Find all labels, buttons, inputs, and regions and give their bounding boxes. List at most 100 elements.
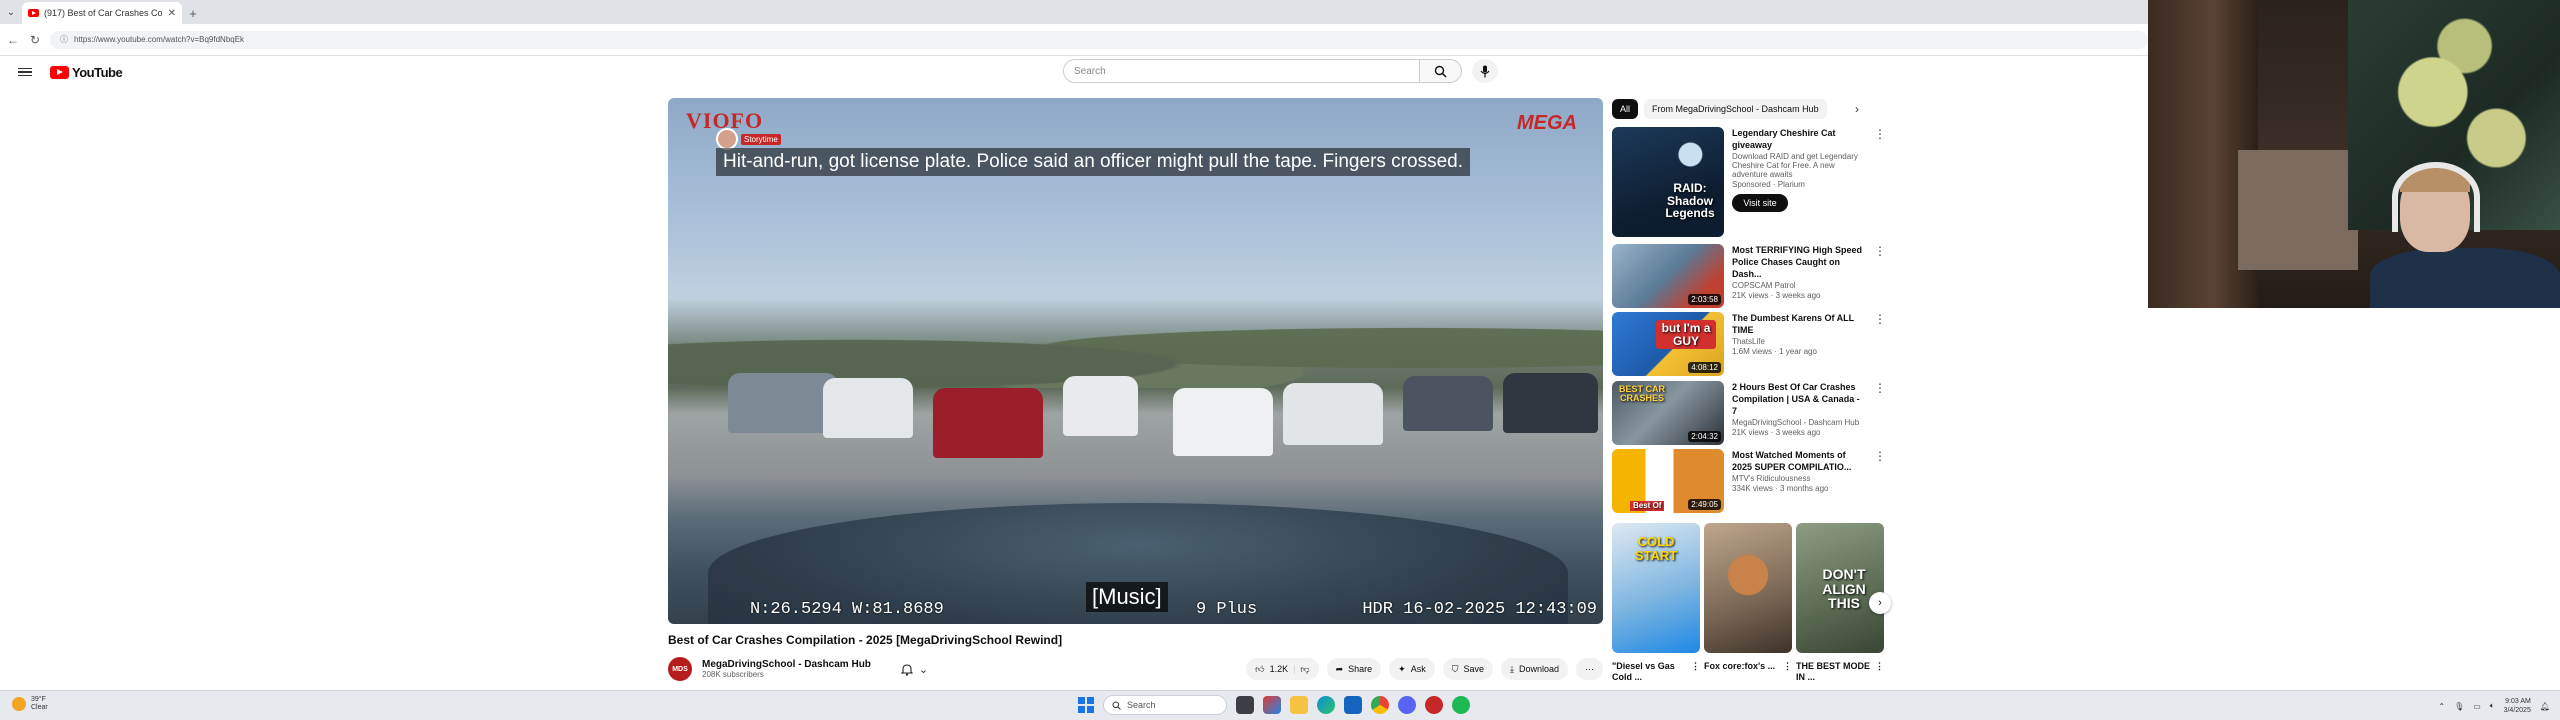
thumbnail[interactable]: Best Of 2:49:05 xyxy=(1612,449,1724,513)
shorts-next-chevron-icon[interactable]: › xyxy=(1869,592,1891,614)
more-vertical-icon[interactable]: ⋮ xyxy=(1874,127,1886,237)
short-caption[interactable]: THE BEST MODE IN ... ⋮ xyxy=(1796,661,1884,683)
menu-hamburger-icon[interactable] xyxy=(18,67,32,77)
sidebar-video-item[interactable]: but I'm a GUY 4:08:12 The Dumbest Karens… xyxy=(1612,312,1886,376)
network-icon[interactable]: ▭ xyxy=(2473,702,2481,711)
item-views: 334K views · 3 months ago xyxy=(1732,484,1829,493)
more-actions-button[interactable]: ⋯ xyxy=(1576,658,1603,680)
more-vertical-icon[interactable]: ⋮ xyxy=(1874,312,1886,376)
mic-tray-icon[interactable]: 🎙︎ xyxy=(2454,702,2464,711)
edge-browser-icon[interactable] xyxy=(1317,696,1335,714)
sidebar-sponsored-item[interactable]: RAID: Shadow Legends Legendary Cheshire … xyxy=(1612,127,1886,237)
item-channel[interactable]: MegaDrivingSchool - Dashcam Hub xyxy=(1732,418,1866,427)
back-arrow-icon[interactable]: ← xyxy=(6,33,20,47)
item-title[interactable]: 2 Hours Best Of Car Crashes Compilation … xyxy=(1732,381,1866,417)
download-button[interactable]: ⤓ Download xyxy=(1500,658,1568,680)
chips-next-chevron-icon[interactable]: › xyxy=(1855,102,1859,116)
visit-site-button[interactable]: Visit site xyxy=(1732,194,1788,212)
more-vertical-icon[interactable]: ⋮ xyxy=(1874,449,1886,513)
reload-icon[interactable]: ↻ xyxy=(28,33,42,47)
thumbnail[interactable]: 2:03:58 xyxy=(1612,244,1724,308)
thumbnail[interactable]: RAID: Shadow Legends xyxy=(1612,127,1724,237)
windows-start-icon[interactable] xyxy=(1078,697,1094,713)
sidebar-video-item[interactable]: BEST CAR CRASHES 2:04:32 2 Hours Best Of… xyxy=(1612,381,1886,445)
video-player[interactable]: VIOFO MEGA Storytime Hit-and-run, got li… xyxy=(668,98,1603,624)
storytime-avatar xyxy=(716,128,738,150)
more-vertical-icon[interactable]: ⋮ xyxy=(1874,381,1886,445)
tray-chevron-up-icon[interactable]: ⌃ xyxy=(2438,702,2445,711)
shorts-shelf: COLD START DON'T ALIGN THIS xyxy=(1612,523,1884,653)
duration-badge: 4:08:12 xyxy=(1688,362,1721,373)
item-meta: Legendary Cheshire Cat giveaway Download… xyxy=(1732,127,1866,237)
spotify-icon[interactable] xyxy=(1452,696,1470,714)
ask-button[interactable]: ✦ Ask xyxy=(1389,658,1435,680)
more-vertical-icon[interactable]: ⋮ xyxy=(1875,661,1884,683)
short-caption[interactable]: "Diesel vs Gas Cold ... ⋮ xyxy=(1612,661,1700,683)
item-channel[interactable]: ThatsLife xyxy=(1732,337,1866,346)
channel-name[interactable]: MegaDrivingSchool - Dashcam Hub xyxy=(702,659,871,670)
taskbar-search[interactable]: Search xyxy=(1103,695,1227,715)
chip-from-channel[interactable]: From MegaDrivingSchool - Dashcam Hub xyxy=(1644,99,1827,119)
short-thumbnail[interactable]: DON'T ALIGN THIS xyxy=(1796,523,1884,653)
thumbs-down-icon[interactable]: 👎︎ xyxy=(1300,664,1309,675)
weather-condition: Clear xyxy=(31,704,48,711)
like-count: 1.2K xyxy=(1269,664,1289,674)
item-title[interactable]: Legendary Cheshire Cat giveaway xyxy=(1732,127,1866,151)
sun-icon xyxy=(12,697,26,711)
like-button[interactable]: 👍︎ 1.2K | 👎︎ xyxy=(1246,658,1319,680)
task-view-icon[interactable] xyxy=(1236,696,1254,714)
notification-icon[interactable]: 🔔︎ xyxy=(2540,702,2550,711)
short-title: Fox core:fox's ... xyxy=(1704,661,1776,671)
video-frame-car xyxy=(1063,376,1138,436)
filter-chips: All From MegaDrivingSchool - Dashcam Hub xyxy=(1612,98,1872,120)
sidebar-video-item[interactable]: 2:03:58 Most TERRIFYING High Speed Polic… xyxy=(1612,244,1886,308)
browser-tab[interactable]: (917) Best of Car Crashes Compilation ✕ xyxy=(22,2,182,24)
storytime-label: Storytime xyxy=(741,133,781,145)
more-vertical-icon[interactable]: ⋮ xyxy=(1691,661,1700,683)
item-title[interactable]: Most TERRIFYING High Speed Police Chases… xyxy=(1732,244,1866,280)
file-explorer-icon[interactable] xyxy=(1290,696,1308,714)
site-info-icon[interactable]: ⓘ xyxy=(60,34,68,45)
tab-close-icon[interactable]: ✕ xyxy=(168,8,176,19)
chip-all[interactable]: All xyxy=(1612,99,1639,119)
notification-bell-button[interactable]: ⌄ xyxy=(900,663,928,676)
video-frame-car xyxy=(1503,373,1598,433)
widgets-icon[interactable] xyxy=(1263,696,1281,714)
thumbnail[interactable]: BEST CAR CRASHES 2:04:32 xyxy=(1612,381,1724,445)
channel-avatar[interactable]: MDS xyxy=(668,657,692,681)
short-title: "Diesel vs Gas Cold ... xyxy=(1612,661,1675,682)
share-label: Share xyxy=(1348,664,1373,674)
tab-menu-chevron-icon[interactable]: ⌄ xyxy=(0,0,22,24)
volume-icon[interactable]: 🔈︎ xyxy=(2490,701,2495,711)
item-title[interactable]: Most Watched Moments of 2025 SUPER COMPI… xyxy=(1732,449,1866,473)
short-thumbnail[interactable] xyxy=(1704,523,1792,653)
channel-row: MDS MegaDrivingSchool - Dashcam Hub 208K… xyxy=(668,656,1603,682)
more-vertical-icon[interactable]: ⋮ xyxy=(1874,244,1886,308)
short-thumbnail-text: COLD START xyxy=(1634,534,1678,563)
thumbnail[interactable]: but I'm a GUY 4:08:12 xyxy=(1612,312,1724,376)
item-channel[interactable]: MTV's Ridiculousness xyxy=(1732,474,1866,483)
weather-widget[interactable]: 39°F Clear xyxy=(12,696,48,712)
microphone-icon xyxy=(1480,65,1490,77)
item-title[interactable]: The Dumbest Karens Of ALL TIME xyxy=(1732,312,1866,336)
save-button[interactable]: ⛉ Save xyxy=(1442,658,1493,680)
youtube-logo[interactable]: YouTube xyxy=(50,65,123,80)
discord-icon[interactable] xyxy=(1398,696,1416,714)
short-caption[interactable]: Fox core:fox's ... ⋮ xyxy=(1704,661,1792,683)
share-button[interactable]: ➦ Share xyxy=(1326,658,1382,680)
short-thumbnail[interactable]: COLD START xyxy=(1612,523,1700,653)
taskbar-clock[interactable]: 9:03 AM 3/4/2025 xyxy=(2504,697,2531,715)
video-frame-car xyxy=(1403,376,1493,431)
obs-icon[interactable] xyxy=(1425,696,1443,714)
search-button[interactable] xyxy=(1420,59,1462,83)
new-tab-plus-icon[interactable]: + xyxy=(182,2,204,24)
voice-search-button[interactable] xyxy=(1472,59,1498,83)
item-channel[interactable]: COPSCAM Patrol xyxy=(1732,281,1866,290)
store-icon[interactable] xyxy=(1344,696,1362,714)
chrome-browser-icon[interactable] xyxy=(1371,696,1389,714)
video-frame-car xyxy=(728,373,838,433)
address-bar[interactable]: ⓘ https://www.youtube.com/watch?v=Bq9fdN… xyxy=(49,30,2148,49)
more-vertical-icon[interactable]: ⋮ xyxy=(1783,661,1792,683)
sidebar-video-item[interactable]: Best Of 2:49:05 Most Watched Moments of … xyxy=(1612,449,1886,513)
search-input[interactable]: Search xyxy=(1063,59,1420,83)
